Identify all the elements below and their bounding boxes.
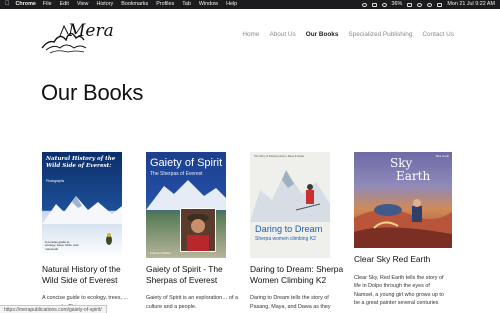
cover-byline: The Story of Pasang Lhamu, Maya & Dawa [254, 155, 304, 158]
clock[interactable]: Mon 21 Jul 9:22 AM [447, 0, 495, 9]
cover-title-line1: Sky [390, 156, 413, 170]
battery-icon[interactable] [407, 2, 413, 7]
nav-contact-us[interactable]: Contact Us [422, 31, 454, 38]
status-icon[interactable] [381, 2, 387, 7]
book-description: Daring to Dream tells the story of Pasan… [250, 295, 331, 310]
bird-illustration [106, 233, 112, 245]
cover-blurb: A concise guide to ecology, trees, birds… [45, 239, 79, 252]
wifi-icon[interactable] [417, 2, 423, 7]
menu-edit[interactable]: Edit [60, 0, 69, 9]
page-title: Our Books [41, 80, 144, 105]
menu-help[interactable]: Help [226, 0, 237, 9]
app-menu[interactable]: Chrome [16, 0, 36, 9]
mountain-illustration [146, 180, 226, 210]
cover-title: Daring to Dream [255, 224, 323, 234]
status-icon[interactable] [361, 2, 367, 7]
book-card: Natural History of the Wild Side of Ever… [42, 152, 138, 311]
book-cover[interactable]: Tara Cook Sky Earth [354, 152, 452, 248]
search-icon[interactable] [427, 2, 433, 7]
cover-subtitle: Photographs [46, 179, 65, 183]
menu-bar:  Chrome File Edit View History Bookmark… [0, 0, 500, 9]
book-description: Clear Sky, Red Earth tells the story of … [354, 274, 444, 307]
svg-text:Mera: Mera [67, 21, 114, 41]
book-description: Gaiety of Spirit is an exploration… of a… [146, 295, 238, 310]
link-status-url: https://merapublications.com/gaiety-of-s… [0, 305, 107, 313]
cover-subtitle: The Sherpas of Everest [150, 171, 203, 177]
nav-about-us[interactable]: About Us [269, 31, 295, 38]
menu-bookmarks[interactable]: Bookmarks [121, 0, 148, 9]
book-cover[interactable]: The Story of Pasang Lhamu, Maya & Dawa D… [250, 152, 330, 258]
nav-specialized-publishing[interactable]: Specialized Publishing [348, 31, 412, 38]
book-title[interactable]: Natural History of the Wild Side of Ever… [42, 264, 138, 285]
menu-file[interactable]: File [43, 0, 52, 9]
mountain-logo-icon: Mera [41, 21, 114, 54]
cover-author: Frances Klatzel [150, 251, 171, 255]
cover-title-line2: Earth [396, 169, 431, 183]
battery-percent[interactable]: 36% [392, 0, 403, 9]
cover-title: Natural History of the Wild Side of Ever… [46, 156, 116, 169]
menu-profiles[interactable]: Profiles [156, 0, 174, 9]
status-icon[interactable] [371, 2, 377, 7]
book-card: Tara Cook Sky Earth Clear Sky Red Earth … [354, 152, 452, 308]
climber-illustration [250, 170, 330, 222]
book-title[interactable]: Clear Sky Red Earth [354, 254, 450, 265]
cover-author: Tara Cook [435, 154, 449, 158]
status-tray: 36% Mon 21 Jul 9:22 AM [361, 0, 495, 9]
painting-illustration [354, 199, 452, 248]
book-title[interactable]: Daring to Dream: Sherpa Women Climbing K… [250, 264, 346, 285]
menu-view[interactable]: View [77, 0, 89, 9]
book-cover[interactable]: Natural History of the Wild Side of Ever… [42, 152, 122, 258]
book-card: The Story of Pasang Lhamu, Maya & Dawa D… [250, 152, 346, 311]
control-center-icon[interactable] [437, 2, 443, 7]
cover-title: Gaiety of Spirit [150, 157, 223, 169]
mountain-illustration [42, 196, 122, 224]
main-nav: Home About Us Our Books Specialized Publ… [242, 31, 454, 38]
book-cover[interactable]: Gaiety of Spirit The Sherpas of Everest … [146, 152, 226, 258]
menu-window[interactable]: Window [199, 0, 218, 9]
menu-history[interactable]: History [96, 0, 113, 9]
apple-icon[interactable]:  [5, 0, 10, 9]
book-card: Gaiety of Spirit The Sherpas of Everest … [146, 152, 242, 311]
nav-our-books[interactable]: Our Books [306, 31, 339, 38]
menu-tab[interactable]: Tab [182, 0, 191, 9]
nav-home[interactable]: Home [242, 31, 259, 38]
site-logo[interactable]: Mera [40, 14, 114, 58]
cover-portrait [180, 208, 216, 252]
book-title[interactable]: Gaiety of Spirit - The Sherpas of Everes… [146, 264, 242, 285]
cover-subtitle: Sherpa women climbing K2 [255, 236, 316, 242]
